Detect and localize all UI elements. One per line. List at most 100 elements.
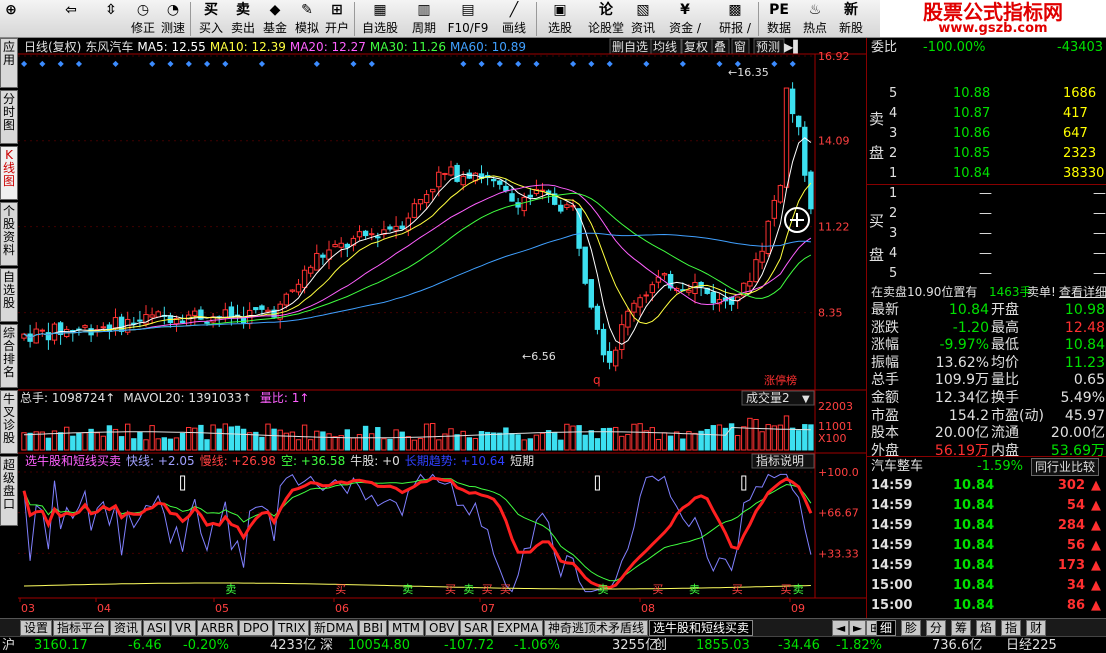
side-tab-7[interactable]: 超级盘口 bbox=[0, 456, 18, 526]
tick-time: 15:00 bbox=[871, 598, 913, 613]
toolbar-button-12[interactable]: ▤ F10/F9 bbox=[446, 0, 490, 37]
toolbar-button-20[interactable]: ♨ 热点 bbox=[800, 0, 830, 37]
tick-volume: 86 bbox=[1066, 598, 1085, 613]
quote-tab-3[interactable]: 筹 bbox=[951, 620, 972, 636]
hotspot-icon: ♨ bbox=[808, 2, 822, 18]
indicator-tab-7[interactable]: TRIX bbox=[274, 620, 310, 636]
signal-diamond: ◆ bbox=[497, 59, 504, 68]
quote-tab-1[interactable]: 胗 bbox=[901, 620, 922, 636]
indicator-help-button[interactable]: 指标说明 bbox=[751, 453, 815, 469]
indicator-tab-15[interactable]: 选牛股和短线买卖 bbox=[649, 620, 754, 636]
chart-button-4[interactable]: 窗 bbox=[731, 38, 750, 55]
quote-tab-4[interactable]: 焰 bbox=[976, 620, 997, 636]
notice-action: 卖单! bbox=[1027, 285, 1056, 299]
kline-chart-svg[interactable]: 日线(复权) 东风汽车 MA5: 12.55 MA10: 12.39 MA20: 12.… bbox=[18, 38, 866, 618]
side-tab-4[interactable]: 自选股 bbox=[0, 268, 18, 322]
status-item: 沪 bbox=[2, 638, 16, 653]
toolbar-button-5[interactable]: 买买入 bbox=[196, 0, 226, 37]
side-tab-3[interactable]: 个股资料 bbox=[0, 202, 18, 266]
toolbar-button-13[interactable]: ╱ 画线 bbox=[494, 0, 534, 37]
side-tab-2[interactable]: K线图 bbox=[0, 146, 18, 200]
fund-icon: ◆ bbox=[269, 2, 281, 18]
indicator-tab-3[interactable]: ASI bbox=[143, 620, 171, 636]
status-item: 1855.03 bbox=[696, 638, 750, 653]
toolbar-button-label bbox=[0, 20, 22, 36]
buy-signal-marker: 买 bbox=[781, 583, 792, 596]
quote-tab-5[interactable]: 指 bbox=[1001, 620, 1022, 636]
account-icon: ⊞ bbox=[331, 2, 343, 18]
side-tab-1[interactable]: 分时图 bbox=[0, 90, 18, 144]
chart-button-1[interactable]: 均线 bbox=[650, 38, 682, 55]
quote-tab-6[interactable]: 财 bbox=[1026, 620, 1047, 636]
toolbar-button-7[interactable]: ◆ 基金 bbox=[260, 0, 290, 37]
indicator-tab-1[interactable]: 指标平台 bbox=[53, 620, 110, 636]
indicator-tab-13[interactable]: EXPMA bbox=[493, 620, 543, 636]
scroll-right-icon[interactable]: ► bbox=[849, 620, 867, 636]
indicator-tab-11[interactable]: OBV bbox=[425, 620, 459, 636]
indicator-tab-9[interactable]: BBI bbox=[359, 620, 388, 636]
forum-icon: 论 bbox=[599, 2, 613, 18]
tick-row: 14:59 10.84 302 ▲ bbox=[867, 476, 1106, 496]
indicator-tab-14[interactable]: 神奇逃顶术矛盾线 bbox=[544, 620, 649, 636]
quote-tab-0[interactable]: 细 bbox=[876, 620, 897, 636]
toolbar-button-18[interactable]: ▩ 研报 / 预测 bbox=[712, 0, 758, 37]
volume-type-dropdown[interactable]: 成交量2 ▼ bbox=[741, 390, 815, 406]
bid-volume: — bbox=[1093, 186, 1106, 201]
chart-button-2[interactable]: 复权 bbox=[681, 38, 713, 55]
signal-diamond: ◆ bbox=[204, 59, 211, 68]
toolbar-button-15[interactable]: 论论股堂 bbox=[584, 0, 628, 37]
scroll-left-icon[interactable]: ◄ bbox=[832, 620, 850, 636]
toolbar-button-21[interactable]: 新新股 bbox=[834, 0, 868, 37]
volume-bar bbox=[588, 430, 594, 451]
side-tab-5[interactable]: 综合排名 bbox=[0, 324, 18, 388]
buy-signal-marker: 买 bbox=[482, 583, 493, 596]
volume-bar bbox=[661, 432, 668, 451]
indicator-tab-2[interactable]: 资讯 bbox=[110, 620, 143, 636]
toolbar-button-label: 周期 bbox=[411, 21, 436, 35]
toolbar-button-19[interactable]: PE 数据 bbox=[762, 0, 796, 37]
panel-toggle-icon[interactable]: ▶▌ bbox=[784, 39, 802, 54]
peak-marker bbox=[741, 475, 747, 491]
toolbar-button-label: 研报 / 预测 bbox=[719, 21, 751, 35]
indicator-tab-8[interactable]: 新DMA bbox=[310, 620, 358, 636]
toolbar-button-11[interactable]: ▥ 周期 bbox=[404, 0, 444, 37]
volume-bar bbox=[125, 423, 131, 451]
toolbar-button-4[interactable]: ◔ 测速 bbox=[158, 0, 188, 37]
toolbar-button-16[interactable]: ▧ 资讯 bbox=[626, 0, 660, 37]
chart-button-3[interactable]: 叠 bbox=[711, 38, 730, 55]
toolbar-button-0[interactable]: ⊕ bbox=[0, 0, 22, 37]
indicator-tab-4[interactable]: VR bbox=[171, 620, 196, 636]
date-axis-label: 03 bbox=[21, 602, 35, 615]
indicator-tab-0[interactable]: 设置 bbox=[20, 620, 53, 636]
toolbar-button-6[interactable]: 卖卖出 bbox=[228, 0, 258, 37]
indicator-tab-10[interactable]: MTM bbox=[388, 620, 425, 636]
indicator-tab-12[interactable]: SAR bbox=[460, 620, 493, 636]
toolbar-button-3[interactable]: ◷ 修正 bbox=[128, 0, 158, 37]
date-axis-label: 07 bbox=[481, 602, 495, 615]
legend-ma10: MA10: 12.39 bbox=[210, 40, 286, 54]
toolbar-button-10[interactable]: ▦ 自选股 bbox=[360, 0, 400, 37]
legend-ma5: MA5: 12.55 bbox=[137, 40, 205, 54]
chart-button-5[interactable]: 预测 bbox=[753, 38, 785, 55]
quote-tab-2[interactable]: 分 bbox=[926, 620, 947, 636]
volume-bar bbox=[472, 437, 479, 451]
toolbar-button-14[interactable]: ▣ 选股 bbox=[540, 0, 580, 37]
chart-button-0[interactable]: 删自选 bbox=[609, 38, 654, 55]
ask-volume: 417 bbox=[1063, 106, 1088, 121]
toolbar-button-9[interactable]: ⊞ 开户 bbox=[322, 0, 352, 37]
sell-signal-marker: 卖 bbox=[793, 583, 804, 596]
indicator-tab-6[interactable]: DPO bbox=[239, 620, 273, 636]
side-tab-0[interactable]: 应用 bbox=[0, 38, 18, 88]
toolbar-button-2[interactable]: ⇳ bbox=[96, 0, 126, 37]
toolbar-button-1[interactable]: ⇦ bbox=[56, 0, 86, 37]
industry-compare-button[interactable]: 同行业比较 bbox=[1031, 458, 1100, 476]
volume-bar bbox=[344, 429, 351, 451]
indicator-tab-5[interactable]: ARBR bbox=[197, 620, 239, 636]
toolbar-button-17[interactable]: ¥ 资金 / BBD bbox=[662, 0, 708, 37]
toolbar-button-8[interactable]: ✎ 模拟 bbox=[292, 0, 322, 37]
limit-up-marker: 涨停榜 bbox=[764, 373, 797, 387]
volume-bar bbox=[436, 439, 442, 451]
notice-detail-link[interactable]: 查看详细 bbox=[1059, 282, 1106, 302]
side-tab-6[interactable]: 牛叉诊股 bbox=[0, 390, 18, 454]
ask-price: 10.87 bbox=[953, 106, 991, 121]
